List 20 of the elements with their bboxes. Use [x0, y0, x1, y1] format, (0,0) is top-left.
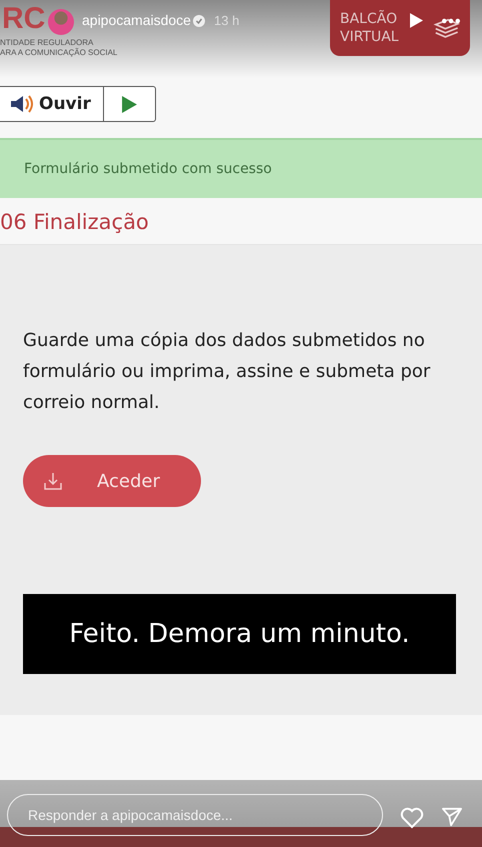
reply-field[interactable]: Responder a apipocamaisdoce...: [7, 794, 383, 836]
send-icon[interactable]: [441, 807, 463, 827]
logo-tagline: ARA A COMUNICAÇÃO SOCIAL: [0, 48, 118, 58]
alert-message: Formulário submetido com sucesso: [24, 161, 272, 177]
instructions-text: Guarde uma cópia dos dados submetidos no formulário ou imprima, assine e submeta por correio normal.: [23, 329, 432, 415]
download-icon: [43, 471, 63, 491]
portal-button[interactable]: BALCÃO VIRTUAL: [330, 0, 470, 56]
caption-text: Feito. Demora um minuto.: [69, 619, 410, 649]
speaker-icon: [9, 94, 33, 114]
logo-tagline: NTIDADE REGULADORA: [0, 38, 94, 48]
post-time: 13 h: [214, 13, 240, 28]
more-icon[interactable]: [442, 18, 460, 24]
play-icon: [122, 96, 137, 112]
access-button[interactable]: Aceder: [23, 455, 201, 507]
play-button[interactable]: [104, 86, 156, 122]
logo-letters: RC: [1, 1, 46, 37]
play-icon[interactable]: [410, 13, 423, 28]
username[interactable]: apipocamaisdoce: [82, 12, 191, 28]
listen-button[interactable]: Ouvir: [0, 86, 104, 122]
heart-icon[interactable]: [400, 807, 424, 829]
